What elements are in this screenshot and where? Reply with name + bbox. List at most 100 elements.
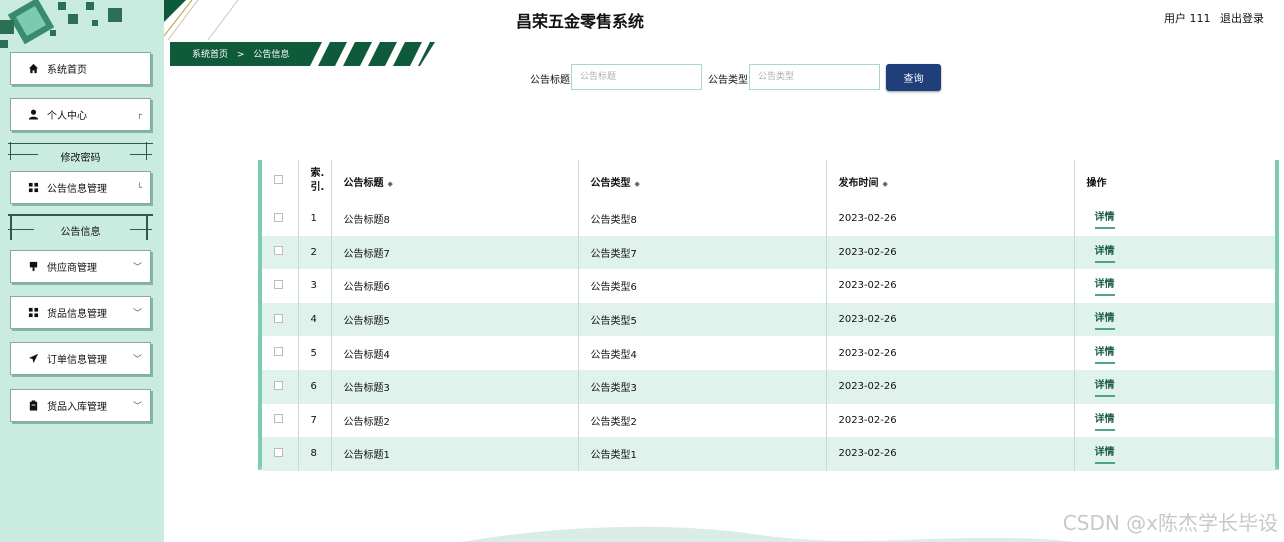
divider	[8, 154, 38, 155]
detail-button[interactable]: 详情	[1094, 309, 1115, 331]
row-checkbox[interactable]	[274, 212, 283, 222]
sidebar-item-goods-management[interactable]: 货品信息管理 ﹀	[10, 296, 151, 329]
sidebar-item-notice-management[interactable]: 公告信息管理 └	[10, 171, 151, 204]
row-index: 4	[297, 302, 331, 337]
column-header-action: 操作	[1073, 160, 1275, 202]
row-date: 2023-02-26	[825, 269, 1074, 303]
type-search-input[interactable]	[749, 64, 880, 90]
row-select-cell[interactable]	[262, 336, 298, 370]
row-action-cell: 详情	[1073, 269, 1275, 303]
row-checkbox[interactable]	[274, 447, 283, 457]
sidebar-item-label: 货品入库管理	[47, 402, 107, 413]
logout-link[interactable]: 退出登录	[1220, 12, 1264, 25]
column-header-type[interactable]: 公告类型 ◆	[577, 160, 826, 202]
search-button[interactable]: 查询	[886, 64, 941, 91]
home-icon	[27, 63, 39, 75]
row-select-cell[interactable]	[262, 369, 298, 404]
row-type: 公告类型1	[577, 437, 826, 471]
supplier-icon	[27, 261, 39, 273]
row-action-cell: 详情	[1073, 369, 1275, 404]
column-header-label: 发布时间	[838, 177, 879, 189]
sidebar-item-label: 个人中心	[47, 111, 87, 122]
sidebar-item-label: 订单信息管理	[47, 355, 107, 366]
divider	[8, 214, 153, 216]
select-all-checkbox[interactable]	[274, 175, 283, 184]
sort-icon[interactable]: ◆	[635, 180, 640, 188]
username: 用户 111	[1164, 12, 1211, 25]
sort-icon[interactable]: ◆	[388, 180, 393, 188]
grid-icon	[27, 182, 39, 194]
sidebar-item-label: 修改密码	[60, 152, 101, 164]
divider	[10, 214, 12, 240]
corner-icon: └	[137, 183, 142, 192]
row-index: 5	[297, 336, 331, 370]
row-date: 2023-02-26	[825, 437, 1074, 471]
sidebar-item-supplier-management[interactable]: 供应商管理 ﹀	[10, 250, 151, 283]
divider	[8, 143, 153, 144]
row-index: 2	[297, 235, 331, 270]
row-checkbox[interactable]	[274, 414, 283, 424]
sidebar-item-personal-center[interactable]: 个人中心 ┌	[10, 98, 151, 131]
grid-icon	[27, 307, 39, 319]
sidebar-item-home[interactable]: 系统首页	[10, 52, 151, 85]
sort-icon[interactable]: ◆	[883, 180, 888, 188]
bottom-decoration	[461, 526, 1077, 542]
sidebar-item-label: 公告信息管理	[47, 184, 107, 195]
table-row: 8 公告标题1 公告类型1 2023-02-26 详情	[262, 437, 1275, 471]
detail-button[interactable]: 详情	[1094, 242, 1115, 263]
title-search-label: 公告标题	[530, 75, 570, 86]
detail-button[interactable]: 详情	[1094, 376, 1115, 398]
row-title: 公告标题6	[330, 269, 578, 303]
sidebar-item-order-management[interactable]: 订单信息管理 ﹀	[10, 342, 151, 375]
breadcrumb-home[interactable]: 系统首页	[192, 50, 228, 60]
row-checkbox[interactable]	[274, 313, 283, 323]
header-decoration	[164, 0, 239, 40]
detail-button[interactable]: 详情	[1094, 343, 1115, 364]
table-row: 1 公告标题8 公告类型8 2023-02-26 详情	[262, 202, 1275, 236]
row-type: 公告类型4	[577, 336, 826, 370]
row-action-cell: 详情	[1073, 202, 1275, 236]
row-checkbox[interactable]	[274, 347, 283, 357]
detail-button[interactable]: 详情	[1094, 443, 1115, 465]
row-select-cell[interactable]	[262, 202, 298, 236]
index-header-line1: 索.	[310, 168, 325, 179]
row-select-cell[interactable]	[262, 269, 298, 303]
table-row: 7 公告标题2 公告类型2 2023-02-26 详情	[262, 403, 1275, 438]
chevron-down-icon: ﹀	[132, 355, 142, 365]
column-header-date[interactable]: 发布时间 ◆	[825, 160, 1074, 202]
sidebar-subitem-change-password[interactable]: 修改密码	[10, 144, 151, 168]
row-action-cell: 详情	[1073, 235, 1275, 270]
row-title: 公告标题4	[330, 336, 578, 370]
row-title: 公告标题1	[330, 437, 578, 471]
row-type: 公告类型3	[577, 369, 826, 404]
row-select-cell[interactable]	[262, 437, 298, 471]
row-action-cell: 详情	[1073, 437, 1275, 471]
type-search-label: 公告类型	[708, 75, 748, 86]
row-checkbox[interactable]	[274, 246, 283, 256]
detail-button[interactable]: 详情	[1094, 410, 1115, 431]
row-date: 2023-02-26	[825, 202, 1074, 236]
row-select-cell[interactable]	[262, 235, 298, 270]
row-date: 2023-02-26	[825, 302, 1074, 337]
row-title: 公告标题3	[330, 369, 578, 404]
column-header-title[interactable]: 公告标题 ◆	[330, 160, 578, 202]
sidebar-item-label: 货品信息管理	[47, 309, 107, 320]
row-select-cell[interactable]	[262, 302, 298, 337]
index-header-line2: 引.	[310, 182, 325, 193]
row-type: 公告类型2	[577, 403, 826, 438]
sidebar-subitem-notice-info[interactable]: 公告信息	[10, 218, 151, 242]
table-header-row: 索. 引. 公告标题 ◆ 公告类型 ◆ 发布时间 ◆ 操作	[262, 160, 1275, 202]
table-body: 1 公告标题8 公告类型8 2023-02-26 详情 2 公告标题7 公告类型7 2023-0…	[262, 202, 1275, 471]
select-all-cell[interactable]	[262, 160, 298, 202]
row-type: 公告类型5	[577, 302, 826, 337]
detail-button[interactable]: 详情	[1094, 275, 1115, 297]
row-select-cell[interactable]	[262, 404, 298, 438]
detail-button[interactable]: 详情	[1094, 208, 1115, 230]
row-type: 公告类型6	[577, 269, 826, 303]
row-title: 公告标题5	[330, 302, 578, 337]
row-checkbox[interactable]	[274, 380, 283, 390]
title-search-input[interactable]	[571, 64, 702, 90]
row-checkbox[interactable]	[274, 279, 283, 289]
sidebar-item-stock-in-management[interactable]: 货品入库管理 ﹀	[10, 389, 151, 422]
row-index: 6	[297, 369, 331, 404]
